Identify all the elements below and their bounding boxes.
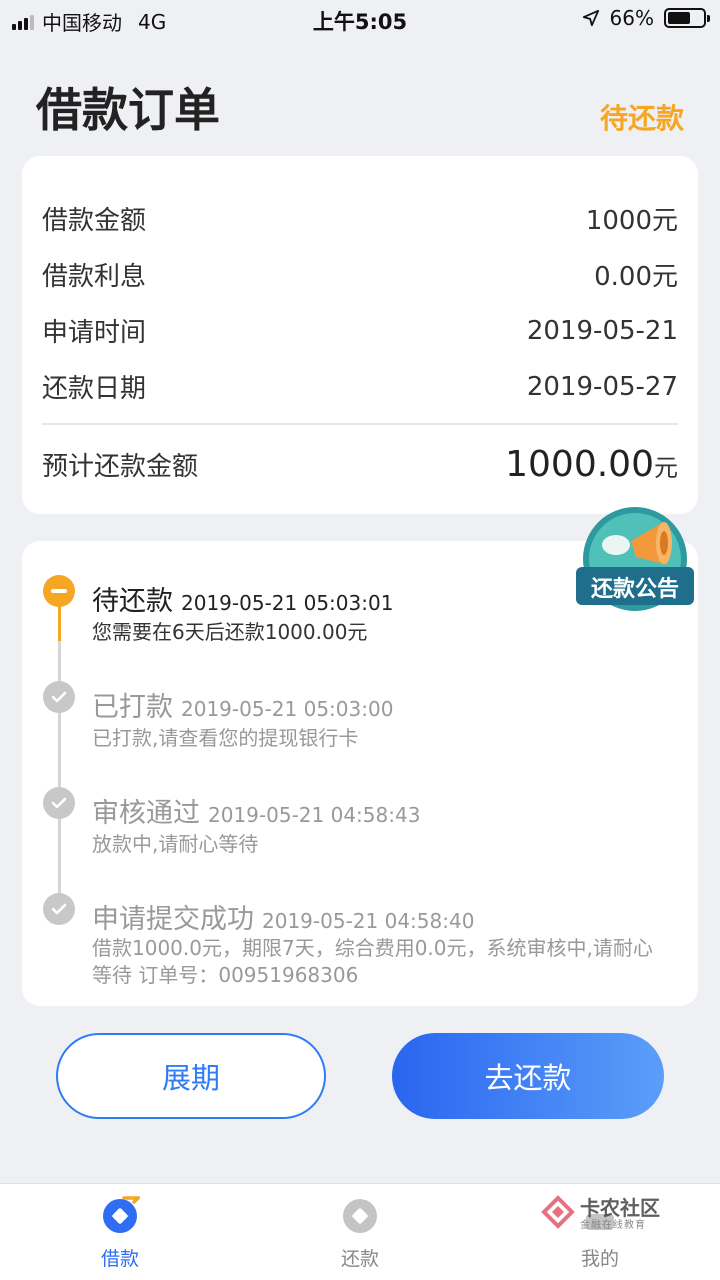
timeline-time: 2019-05-21 04:58:43 bbox=[208, 803, 421, 827]
total-label: 预计还款金额 bbox=[42, 452, 199, 482]
watermark: 卡农社区 金融在线教育 bbox=[540, 1192, 670, 1232]
timeline-step-name: 申请提交成功 bbox=[92, 904, 254, 935]
timeline-desc: 借款1000.0元，期限7天，综合费用0.0元，系统审核中,请耐心等待 订单号：… bbox=[92, 936, 653, 987]
battery-percent: 66% bbox=[609, 6, 654, 30]
timeline-line-active bbox=[58, 605, 61, 641]
promo-label: 还款公告 bbox=[590, 577, 679, 602]
timeline-desc: 您需要在6天后还款1000.00元 bbox=[92, 620, 368, 644]
total-value: 1000.00 bbox=[505, 444, 654, 485]
repay-button[interactable]: 去还款 bbox=[392, 1033, 664, 1119]
battery-icon bbox=[664, 8, 710, 28]
tab-label: 还款 bbox=[340, 1248, 379, 1270]
timeline-desc: 已打款,请查看您的提现银行卡 bbox=[92, 726, 359, 750]
status-right: 66% bbox=[582, 6, 710, 30]
summary-label: 还款日期 bbox=[42, 374, 147, 404]
timeline-title: 待还款 2019-05-21 05:03:01 bbox=[92, 579, 393, 618]
watermark-logo-icon bbox=[541, 1195, 575, 1229]
tab-label: 我的 bbox=[580, 1248, 619, 1270]
timeline-time: 2019-05-21 05:03:01 bbox=[181, 591, 394, 615]
check-icon bbox=[43, 787, 75, 819]
extend-button[interactable]: 展期 bbox=[56, 1033, 326, 1119]
timeline-step-name: 审核通过 bbox=[92, 798, 200, 829]
check-icon bbox=[43, 681, 75, 713]
divider bbox=[42, 423, 678, 425]
check-icon bbox=[43, 893, 75, 925]
summary-value: 1000元 bbox=[585, 206, 678, 236]
summary-label: 申请时间 bbox=[42, 318, 147, 348]
repay-icon bbox=[343, 1194, 380, 1233]
tab-loan[interactable]: 借款 bbox=[50, 1184, 190, 1280]
timeline-desc: 放款中,请耐心等待 bbox=[92, 832, 259, 856]
timeline-step-name: 已打款 bbox=[92, 692, 173, 723]
timeline-time: 2019-05-21 05:03:00 bbox=[181, 697, 394, 721]
timeline-title: 申请提交成功 2019-05-21 04:58:40 bbox=[92, 897, 474, 936]
summary-value: 0.00元 bbox=[594, 262, 678, 292]
status-bar: 中国移动 4G 上午5:05 66% bbox=[0, 0, 720, 40]
summary-row-interest: 借款利息 0.00元 bbox=[42, 256, 678, 293]
summary-label: 借款金额 bbox=[42, 206, 147, 236]
summary-row-amount: 借款金额 1000元 bbox=[42, 200, 678, 237]
tab-label: 借款 bbox=[100, 1248, 139, 1270]
loan-icon bbox=[103, 1196, 140, 1233]
summary-value: 2019-05-27 bbox=[526, 371, 678, 402]
page-title: 借款订单 bbox=[36, 83, 220, 137]
total-unit: 元 bbox=[654, 454, 678, 482]
timeline-title: 已打款 2019-05-21 05:03:00 bbox=[92, 685, 393, 724]
pending-icon bbox=[43, 575, 75, 607]
total-value-group: 1000.00元 bbox=[505, 444, 678, 485]
repayment-notice-badge[interactable]: 还款公告 bbox=[576, 505, 694, 617]
summary-row-apply-date: 申请时间 2019-05-21 bbox=[42, 312, 678, 349]
loan-summary-card: 借款金额 1000元 借款利息 0.00元 申请时间 2019-05-21 还款… bbox=[22, 156, 698, 514]
tab-repay[interactable]: 还款 bbox=[290, 1184, 430, 1280]
timeline-title: 审核通过 2019-05-21 04:58:43 bbox=[92, 791, 420, 830]
timeline-time: 2019-05-21 04:58:40 bbox=[262, 909, 475, 933]
summary-row-repay-date: 还款日期 2019-05-27 bbox=[42, 368, 678, 405]
timeline-step-name: 待还款 bbox=[92, 586, 173, 617]
summary-value: 2019-05-21 bbox=[526, 315, 678, 346]
summary-label: 借款利息 bbox=[42, 262, 147, 292]
summary-row-total: 预计还款金额 1000.00元 bbox=[42, 444, 678, 485]
location-arrow-icon bbox=[582, 9, 599, 27]
watermark-subtext: 金融在线教育 bbox=[580, 1220, 646, 1231]
order-status-badge: 待还款 bbox=[599, 102, 684, 135]
